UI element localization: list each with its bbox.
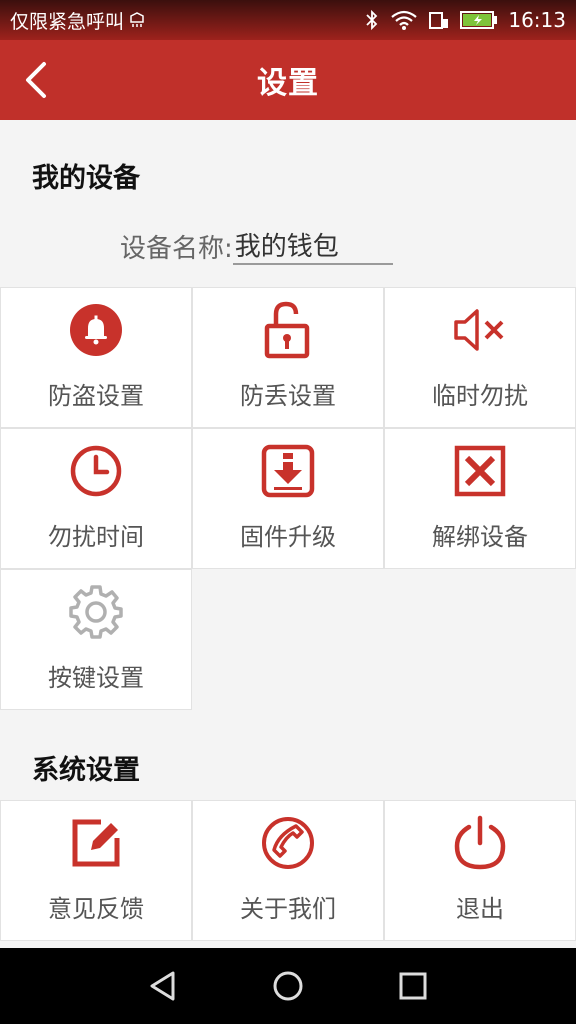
feedback-label: 意见反馈 — [48, 895, 144, 923]
dnd-time-label: 勿扰时间 — [48, 523, 144, 551]
back-triangle-icon — [150, 971, 175, 1001]
device-name-row: 设备名称: — [120, 228, 393, 265]
nav-recents-button[interactable] — [393, 966, 433, 1006]
logout[interactable]: 退出 — [384, 800, 576, 941]
status-icons: 16:13 — [364, 8, 566, 32]
app-header: 设置 — [0, 40, 576, 120]
clock-icon — [70, 445, 122, 497]
anti-theft-settings[interactable]: 防盗设置 — [0, 287, 192, 428]
carrier-text: 仅限紧急呼叫 — [10, 10, 125, 33]
status-bar: 仅限紧急呼叫 16:13 — [0, 0, 576, 40]
section-title-system: 系统设置 — [32, 755, 140, 786]
phone-icon — [262, 817, 314, 869]
anti-lost-settings[interactable]: 防丢设置 — [192, 287, 384, 428]
home-circle-icon — [273, 971, 303, 1001]
device-name-input[interactable] — [232, 229, 393, 265]
wifi-icon — [391, 10, 418, 30]
nav-back-button[interactable] — [143, 966, 183, 1006]
mute-icon — [454, 309, 504, 351]
unlock-icon — [264, 301, 310, 359]
close-box-icon — [454, 445, 506, 497]
logout-label: 退出 — [456, 895, 504, 923]
power-icon — [454, 815, 506, 870]
section-title-my-device: 我的设备 — [32, 163, 140, 194]
gear-icon — [69, 585, 123, 639]
bell-icon — [70, 304, 122, 356]
button-settings-label: 按键设置 — [48, 664, 144, 692]
device-name-label: 设备名称: — [120, 234, 233, 264]
download-icon — [261, 444, 315, 498]
firmware-upgrade[interactable]: 固件升级 — [192, 428, 384, 569]
system-nav-bar — [0, 948, 576, 1024]
anti-theft-label: 防盗设置 — [48, 382, 144, 410]
feedback[interactable]: 意见反馈 — [0, 800, 192, 941]
settings-content: 我的设备 设备名称: 防盗设置 — [0, 120, 576, 948]
page-title: 设置 — [257, 66, 319, 101]
temporary-dnd-label: 临时勿扰 — [432, 382, 528, 410]
edit-icon — [72, 819, 120, 867]
about-us[interactable]: 关于我们 — [192, 800, 384, 941]
carrier-info: 仅限紧急呼叫 — [10, 7, 146, 34]
nav-home-button[interactable] — [268, 966, 308, 1006]
sim-card-icon — [130, 12, 144, 27]
unbind-device[interactable]: 解绑设备 — [384, 428, 576, 569]
clock-time: 16:13 — [508, 8, 566, 32]
sim-signal-icon — [429, 12, 449, 29]
dnd-time[interactable]: 勿扰时间 — [0, 428, 192, 569]
unbind-device-label: 解绑设备 — [432, 523, 528, 551]
system-settings-grid: 意见反馈 关于我们 退出 — [0, 800, 576, 941]
firmware-upgrade-label: 固件升级 — [240, 523, 336, 551]
button-settings[interactable]: 按键设置 — [0, 569, 192, 710]
anti-lost-label: 防丢设置 — [240, 382, 336, 410]
device-settings-grid: 防盗设置 防丢设置 临时勿扰 勿扰时间 固件升级 解绑设备 按键设置 — [0, 287, 576, 713]
bluetooth-icon — [366, 9, 378, 31]
battery-icon — [460, 11, 498, 29]
about-us-label: 关于我们 — [240, 895, 336, 923]
temporary-dnd[interactable]: 临时勿扰 — [384, 287, 576, 428]
chevron-left-icon[interactable] — [18, 58, 54, 102]
recents-square-icon — [399, 972, 427, 1000]
